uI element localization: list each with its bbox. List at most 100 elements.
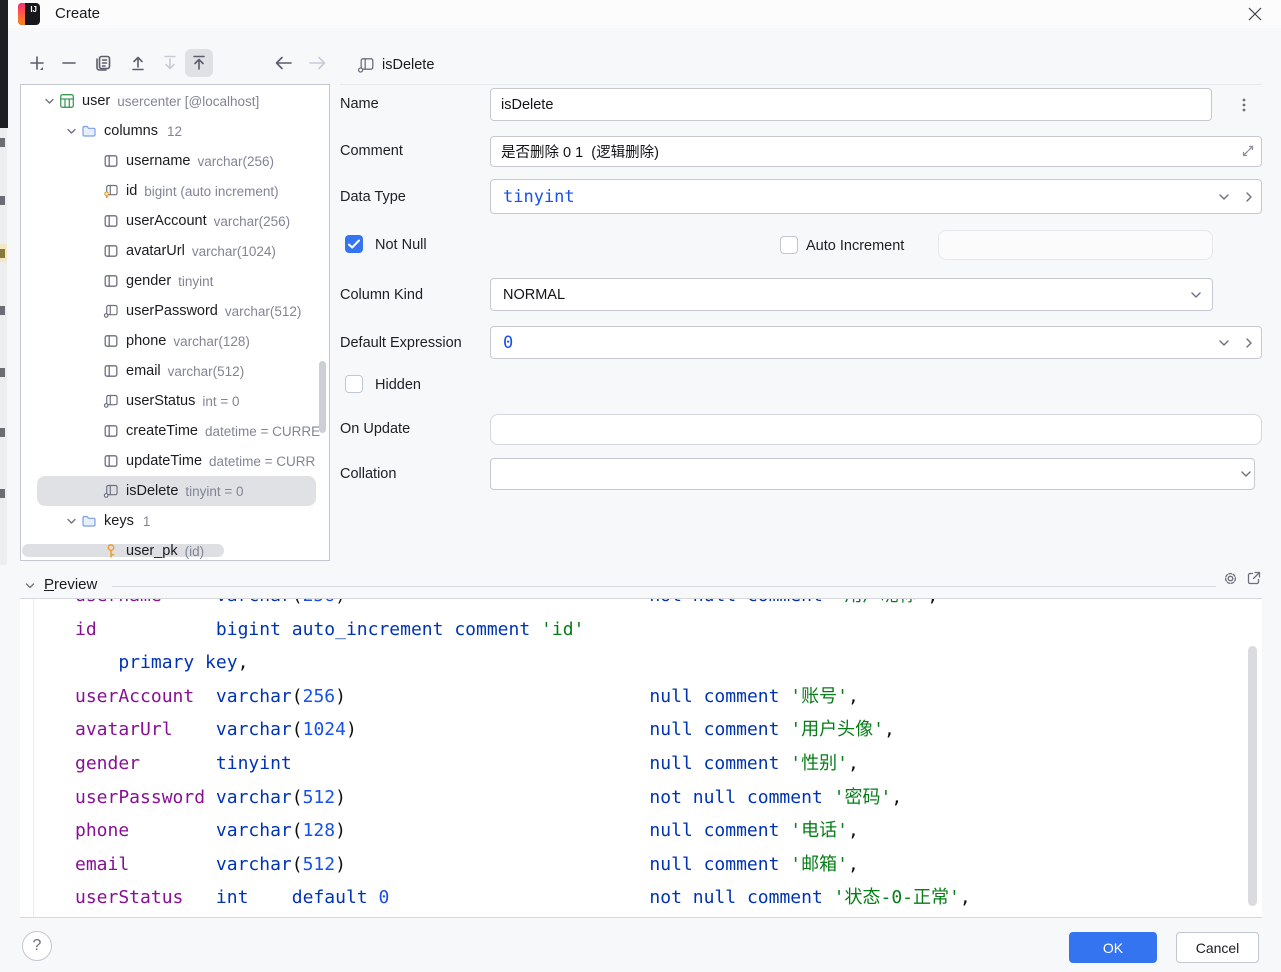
data-type-label: Data Type [340, 189, 406, 205]
gear-icon[interactable] [1222, 570, 1239, 592]
sql-preview-panel: username varchar(256) not null comment '… [20, 598, 1262, 918]
data-type-combo[interactable]: tinyint [490, 179, 1262, 214]
collation-combo[interactable] [490, 458, 1255, 490]
column-icon [103, 153, 119, 169]
move-up-button[interactable] [124, 49, 152, 77]
kebab-menu-icon[interactable] [1236, 97, 1252, 113]
close-icon[interactable] [1243, 3, 1267, 25]
on-update-label: On Update [340, 421, 410, 437]
tree-item-keys[interactable]: keys1 [37, 506, 316, 536]
divider [112, 586, 1216, 587]
tree-indent [83, 243, 103, 259]
back-button[interactable] [270, 49, 298, 77]
tree-item-columns[interactable]: columns12 [37, 116, 316, 146]
preview-vertical-scrollbar[interactable] [1248, 646, 1257, 906]
preview-section-toggle[interactable]: Preview [44, 576, 97, 593]
tree-item-username[interactable]: usernamevarchar(256) [37, 146, 316, 176]
hidden-label: Hidden [375, 377, 421, 393]
tree-item-updateTime[interactable]: updateTime datetime = CURR [37, 446, 316, 476]
tree-item-detail: varchar(512) [225, 304, 302, 319]
tree-item-createTime[interactable]: createTimedatetime = CURRE [37, 416, 316, 446]
code-line: primary key, [75, 646, 971, 680]
tree-item-userPassword[interactable]: userPassword varchar(512) [37, 296, 316, 326]
column-kind-combo[interactable]: NORMAL [490, 278, 1213, 311]
column-icon [103, 213, 119, 229]
chevron-down-icon[interactable] [61, 513, 81, 529]
tree-item-label: userPassword [126, 303, 218, 319]
code-line: gender tinyint null comment '性别', [75, 747, 971, 781]
tree-item-label: updateTime [126, 453, 202, 469]
remove-button[interactable] [55, 49, 83, 77]
tree-indent [83, 273, 103, 289]
chevron-down-icon[interactable] [1216, 189, 1232, 205]
tree-item-label: gender [126, 273, 171, 289]
tree-item-label: id [126, 183, 137, 199]
name-label: Name [340, 96, 379, 112]
tree-item-phone[interactable]: phonevarchar(128) [37, 326, 316, 356]
open-in-window-icon[interactable] [1246, 570, 1262, 591]
table-icon [59, 93, 75, 109]
tree-indent [83, 393, 103, 409]
tree-item-detail: datetime = CURRE [205, 424, 320, 439]
on-update-input[interactable] [490, 414, 1262, 445]
tree-item-detail: datetime = CURR [209, 454, 315, 469]
window-title: Create [55, 5, 100, 22]
forward-button[interactable] [303, 49, 331, 77]
code-line: userStatus int default 0 not null commen… [75, 881, 971, 915]
code-line: avatarUrl varchar(1024) null comment '用户… [75, 713, 971, 747]
add-button[interactable] [23, 49, 51, 77]
tree-item-userAccount[interactable]: userAccountvarchar(256) [37, 206, 316, 236]
auto-increment-checkbox[interactable] [780, 236, 798, 254]
chevron-down-icon[interactable] [61, 123, 81, 139]
code-line: id bigint auto_increment comment 'id' [75, 613, 971, 647]
tree-indent [83, 543, 103, 559]
tree-item-gender[interactable]: gendertinyint [37, 266, 316, 296]
move-to-top-button[interactable] [185, 49, 213, 77]
tree-item-user_pk[interactable]: user_pk(id) [37, 536, 316, 561]
expand-editor-icon[interactable] [1240, 143, 1256, 159]
tree-item-label: phone [126, 333, 166, 349]
move-down-button[interactable] [156, 49, 184, 77]
chevron-down-icon[interactable] [1188, 287, 1204, 303]
tree-item-avatarUrl[interactable]: avatarUrlvarchar(1024) [37, 236, 316, 266]
column-dot-icon [103, 483, 119, 499]
help-button[interactable]: ? [22, 931, 52, 961]
chevron-down-icon[interactable] [39, 93, 59, 109]
chevron-down-icon[interactable] [1216, 335, 1232, 351]
duplicate-button[interactable] [89, 49, 117, 77]
column-dot-icon [357, 56, 375, 79]
chevron-right-icon[interactable] [1241, 335, 1257, 351]
app-logo-icon [18, 3, 40, 25]
chevron-down-icon[interactable] [1238, 466, 1254, 482]
tree-indent [83, 483, 103, 499]
folder-icon [81, 123, 97, 139]
code-line: email varchar(512) null comment '邮箱', [75, 848, 971, 882]
tree-item-count: 1 [143, 514, 151, 529]
tree-vertical-scrollbar[interactable] [319, 361, 326, 433]
hidden-checkbox[interactable] [345, 375, 363, 393]
tree-item-email[interactable]: emailvarchar(512) [37, 356, 316, 386]
chevron-down-icon[interactable] [24, 579, 36, 597]
tree-indent [83, 423, 103, 439]
not-null-checkbox[interactable] [345, 235, 363, 253]
tree-item-id[interactable]: idbigint (auto increment) [37, 176, 316, 206]
tree-item-isDelete[interactable]: isDeletetinyint = 0 [37, 476, 316, 506]
tree-item-detail: int = 0 [202, 394, 239, 409]
tree-item-user[interactable]: userusercenter [@localhost] [37, 86, 316, 116]
backdrop-strip [0, 0, 8, 128]
code-line: userAccount varchar(256) null comment '账… [75, 680, 971, 714]
tree-indent [83, 333, 103, 349]
chevron-right-icon[interactable] [1241, 189, 1257, 205]
tree-item-userStatus[interactable]: userStatusint = 0 [37, 386, 316, 416]
key-icon [103, 543, 119, 559]
ok-button[interactable]: OK [1069, 932, 1157, 963]
column-icon [103, 453, 119, 469]
column-dot-icon [103, 303, 119, 319]
cancel-button[interactable]: Cancel [1176, 932, 1259, 963]
editor-header-title: isDelete [382, 57, 434, 73]
tree-item-label: user [82, 93, 110, 109]
comment-input[interactable] [490, 136, 1262, 167]
default-expression-combo[interactable]: 0 [490, 326, 1262, 359]
name-input[interactable] [490, 88, 1212, 121]
auto-increment-input[interactable] [938, 230, 1213, 260]
